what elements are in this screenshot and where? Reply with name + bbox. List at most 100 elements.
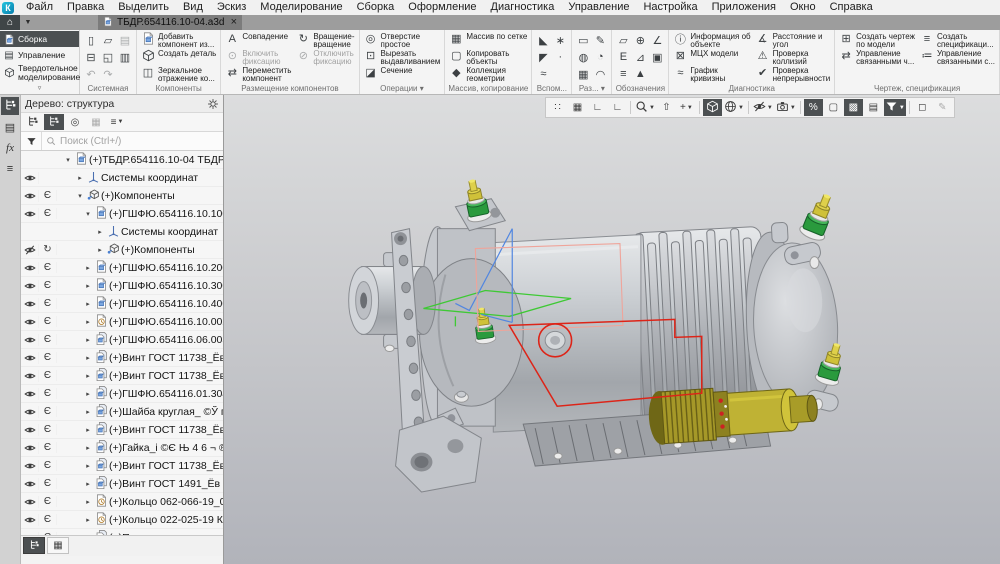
tree-toolbar-tree-relations[interactable]: ◎	[65, 114, 85, 130]
ribbon-button-note-plus[interactable]: ⊕	[632, 32, 648, 48]
menu-Выделить[interactable]: Выделить	[111, 0, 176, 15]
view-button-zoom-search[interactable]: ▼	[634, 99, 656, 116]
workspace-tab-0[interactable]: Сборка	[0, 31, 79, 47]
ribbon-button-geometry-collection[interactable]: ◆Коллекция геометрии	[448, 66, 528, 82]
visibility-eye-icon[interactable]	[21, 334, 39, 346]
menu-Файл[interactable]: Файл	[19, 0, 60, 15]
ribbon-button-manage-specs[interactable]: ≔Управление связанными с...	[919, 49, 996, 65]
ribbon-button-print[interactable]: ⊟	[83, 49, 99, 65]
visibility-eye-icon[interactable]	[21, 406, 39, 418]
document-tab[interactable]: ТБДР.654116.10-04.a3d ×	[98, 15, 242, 30]
visibility-eye-off-icon[interactable]	[21, 244, 39, 256]
menu-Управление[interactable]: Управление	[561, 0, 636, 15]
visibility-eye-icon[interactable]	[21, 496, 39, 508]
ribbon-button-note-stamp[interactable]: ▣	[649, 49, 665, 65]
tree-toolbar-tree-composition[interactable]	[44, 114, 64, 130]
expand-arrow-icon[interactable]: ▸	[95, 228, 105, 236]
ribbon-button-collision-check[interactable]: ⚠Проверка коллизий	[755, 49, 832, 65]
view-button-local-cs[interactable]: ∟	[588, 99, 607, 116]
ribbon-button-object-info[interactable]: ⓘИнформация об объекте	[672, 32, 751, 48]
view-button-image-quality[interactable]: ▼	[775, 99, 797, 116]
menu-Вид[interactable]: Вид	[176, 0, 210, 15]
ribbon-button-continuity-check[interactable]: ✔Проверка непрерывности	[755, 66, 832, 82]
menu-Сборка[interactable]: Сборка	[350, 0, 402, 15]
expand-arrow-icon[interactable]: ▾	[75, 192, 85, 200]
view-button-scene-settings[interactable]: ▤	[864, 99, 883, 116]
ribbon-button-distance-angle[interactable]: ∡Расстояние и угол	[755, 32, 832, 48]
ribbon-button-doc-new[interactable]: ▯	[83, 32, 99, 48]
filter-funnel-icon[interactable]	[21, 132, 42, 150]
tree-search-input[interactable]	[56, 136, 223, 147]
expand-arrow-icon[interactable]: ▸	[83, 282, 93, 290]
workspace-tab-1[interactable]: ▤Управление	[0, 47, 79, 63]
menu-Приложения[interactable]: Приложения	[705, 0, 783, 15]
expand-arrow-icon[interactable]: ▸	[83, 318, 93, 326]
view-button-orientation-walk[interactable]: +▼	[677, 99, 696, 116]
menu-Моделирование[interactable]: Моделирование	[253, 0, 349, 15]
dropdown-caret-icon[interactable]: ▼	[687, 105, 693, 111]
expand-arrow-icon[interactable]: ▸	[83, 354, 93, 362]
tree-toolbar-tree-structure[interactable]	[23, 114, 43, 130]
ribbon-button-rotate-rotate[interactable]: ↻Вращение- вращение	[295, 32, 355, 48]
home-menu-caret-icon[interactable]: ▼	[20, 15, 36, 30]
view-button-clip-box[interactable]: ◻	[913, 99, 932, 116]
view-button-workspace-pages[interactable]: ▢	[824, 99, 843, 116]
tree-item[interactable]: Є▸(+)Винт ГОСТ 11738_Ёв М4-12 А2 Винт ГО…	[21, 349, 223, 367]
dropdown-caret-icon[interactable]: ▼	[790, 105, 796, 111]
ribbon-button-note-e[interactable]: Е	[615, 49, 631, 65]
ribbon-button-layout-sheet[interactable]: ▭	[575, 32, 591, 48]
visibility-eye-icon[interactable]	[21, 388, 39, 400]
visibility-eye-icon[interactable]	[21, 298, 39, 310]
view-button-display-wireframe[interactable]: ▼	[723, 99, 745, 116]
ribbon-button-layout-pen[interactable]: ✎	[592, 32, 608, 48]
visibility-eye-icon[interactable]	[21, 316, 39, 328]
menu-Диагностика[interactable]: Диагностика	[484, 0, 562, 15]
menu-Справка[interactable]: Справка	[823, 0, 880, 15]
workspace-tab-2[interactable]: Твердотельное моделирование	[0, 63, 79, 82]
ribbon-button-aux-spline[interactable]: ≈	[535, 66, 551, 82]
expand-arrow-icon[interactable]: ▸	[83, 372, 93, 380]
ribbon-button-layout-fan[interactable]: ◠	[592, 66, 608, 82]
ribbon-button-copy-objects[interactable]: ▢Копировать объекты	[448, 49, 528, 65]
ribbon-button-save-as[interactable]: ▥	[117, 49, 133, 65]
tree-item[interactable]: Є▾(+)Компоненты	[21, 187, 223, 205]
ribbon-button-create-drawing[interactable]: ⊞Создать чертеж по модели	[838, 32, 916, 48]
ribbon-button-note-base[interactable]: ≡	[615, 66, 631, 82]
ribbon-button-note-angle[interactable]: ∠	[649, 32, 665, 48]
ribbon-button-array-grid[interactable]: ▦Массив по сетке	[448, 32, 528, 48]
expand-arrow-icon[interactable]: ▸	[83, 264, 93, 272]
strip-panel-properties[interactable]: ▤	[1, 118, 19, 136]
expand-arrow-icon[interactable]: ▸	[83, 444, 93, 452]
tree-toolbar-tree-display-options[interactable]: ≡▼	[107, 114, 127, 130]
ribbon-button-folder-open[interactable]: ▱	[100, 32, 116, 48]
expand-arrow-icon[interactable]: ▸	[83, 426, 93, 434]
expand-arrow-icon[interactable]: ▸	[83, 516, 93, 524]
view-button-simplified-display[interactable]: %	[804, 99, 823, 116]
ribbon-button-hole-simple[interactable]: ◎Отверстие простое	[363, 32, 442, 48]
tree-item[interactable]: Є▸(+)Винт ГОСТ 11738_Ёв М3-6 А2 Винт ГОС…	[21, 367, 223, 385]
tree-item[interactable]: Є▸(+)ГШФЮ.654116.10.002-01 ГШФЮ.654116.1…	[21, 313, 223, 331]
menu-Правка[interactable]: Правка	[60, 0, 111, 15]
view-button-local-cs-2[interactable]: ∟	[608, 99, 627, 116]
expand-arrow-icon[interactable]: ▸	[75, 174, 85, 182]
tree-item[interactable]: Є▸(+)ГШФЮ.654116.10.400-04 ГШФЮ.654116.1…	[21, 295, 223, 313]
ribbon-button-note-eraser[interactable]: ▱	[615, 32, 631, 48]
ribbon-button-note-slope[interactable]: ⊿	[632, 49, 648, 65]
view-button-filter-objects[interactable]: ▼	[884, 99, 906, 116]
menu-Оформление[interactable]: Оформление	[401, 0, 483, 15]
tree-item[interactable]: Є▸(+)Кольцо 022-025-19 Кольцо 022-025-19	[21, 511, 223, 529]
ribbon-button-aux-axis[interactable]: ∗	[552, 32, 568, 48]
ribbon-collapse-chevron[interactable]: ▿	[0, 85, 79, 94]
tree-item[interactable]: Є▸(+)ГШФЮ.654116.01.304 ГШФЮ.654116.01.3…	[21, 385, 223, 403]
view-button-drag-handle[interactable]: ∷	[548, 99, 567, 116]
visibility-eye-icon[interactable]	[21, 352, 39, 364]
ribbon-button-note-arrow[interactable]: ▲	[632, 66, 648, 82]
visibility-eye-icon[interactable]	[21, 280, 39, 292]
view-button-hide-objects[interactable]: ▼	[752, 99, 774, 116]
home-button[interactable]: ⌂	[0, 15, 20, 30]
tree-item[interactable]: Є▸(+)ГШФЮ.654116.06.003 ГШФЮ.654116.06.0…	[21, 331, 223, 349]
menu-Эскиз[interactable]: Эскиз	[210, 0, 253, 15]
ribbon-button-layout-grid[interactable]: ▦	[575, 66, 591, 82]
ribbon-button-aux-plane2[interactable]: ◤	[535, 49, 551, 65]
view-button-display-solid[interactable]	[703, 99, 722, 116]
